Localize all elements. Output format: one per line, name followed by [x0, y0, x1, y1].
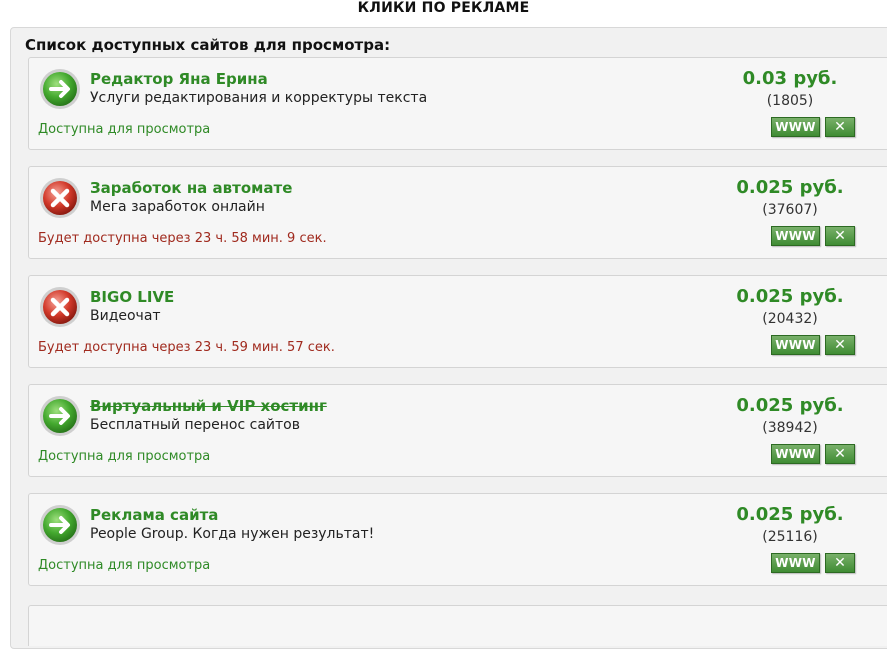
site-title-link[interactable]: Заработок на автомате [90, 179, 292, 197]
page-header: КЛИКИ ПО РЕКЛАМЕ [0, 0, 887, 16]
open-site-button[interactable]: WWW [771, 553, 820, 573]
availability-status: Доступна для просмотра [38, 558, 211, 573]
view-count: (20432) [762, 311, 818, 327]
site-title-link[interactable]: BIGO LIVE [90, 288, 174, 306]
hide-site-button[interactable]: ✕ [825, 335, 855, 355]
open-site-button[interactable]: WWW [771, 117, 820, 137]
site-description: Видеочат [90, 308, 161, 324]
site-title-link[interactable]: Редактор Яна Ерина [90, 70, 268, 88]
site-title-link[interactable]: Реклама сайта [90, 506, 218, 524]
open-site-button[interactable]: WWW [771, 335, 820, 355]
site-card: BIGO LIVE Видеочат Будет доступна через … [28, 275, 887, 368]
price: 0.025 руб. [736, 177, 844, 198]
site-description: Бесплатный перенос сайтов [90, 417, 300, 433]
hide-site-button[interactable]: ✕ [825, 226, 855, 246]
next-site-card [28, 605, 887, 646]
hide-site-button[interactable]: ✕ [825, 444, 855, 464]
availability-status: Будет доступна через 23 ч. 59 мин. 57 се… [38, 340, 335, 355]
view-count: (38942) [762, 420, 818, 436]
view-count: (1805) [766, 93, 814, 109]
site-description: Мега заработок онлайн [90, 199, 265, 215]
red-x-icon [39, 286, 81, 328]
panel-title: Список доступных сайтов для просмотра: [25, 36, 391, 54]
sites-panel: Список доступных сайтов для просмотра: Р… [10, 27, 887, 649]
red-x-icon [39, 177, 81, 219]
site-title-link[interactable]: Виртуальный и VIP хостинг [90, 397, 327, 415]
price: 0.025 руб. [736, 504, 844, 525]
view-count: (25116) [762, 529, 818, 545]
green-arrow-icon[interactable] [39, 395, 81, 437]
availability-status: Доступна для просмотра [38, 122, 211, 137]
hide-site-button[interactable]: ✕ [825, 553, 855, 573]
site-card: Виртуальный и VIP хостинг Бесплатный пер… [28, 384, 887, 477]
open-site-button[interactable]: WWW [771, 444, 820, 464]
price: 0.025 руб. [736, 286, 844, 307]
green-arrow-icon[interactable] [39, 504, 81, 546]
price: 0.025 руб. [736, 395, 844, 416]
hide-site-button[interactable]: ✕ [825, 117, 855, 137]
site-card: Заработок на автомате Мега заработок онл… [28, 166, 887, 259]
price: 0.03 руб. [742, 68, 838, 89]
view-count: (37607) [762, 202, 818, 218]
open-site-button[interactable]: WWW [771, 226, 820, 246]
site-description: Услуги редактирования и корректуры текст… [90, 90, 428, 106]
page-title: КЛИКИ ПО РЕКЛАМЕ [357, 0, 530, 16]
availability-status: Доступна для просмотра [38, 449, 211, 464]
availability-status: Будет доступна через 23 ч. 58 мин. 9 сек… [38, 231, 327, 246]
site-card: Редактор Яна Ерина Услуги редактирования… [28, 57, 887, 150]
site-card: Реклама сайта People Group. Когда нужен … [28, 493, 887, 586]
site-description: People Group. Когда нужен результат! [90, 526, 375, 542]
green-arrow-icon[interactable] [39, 68, 81, 110]
